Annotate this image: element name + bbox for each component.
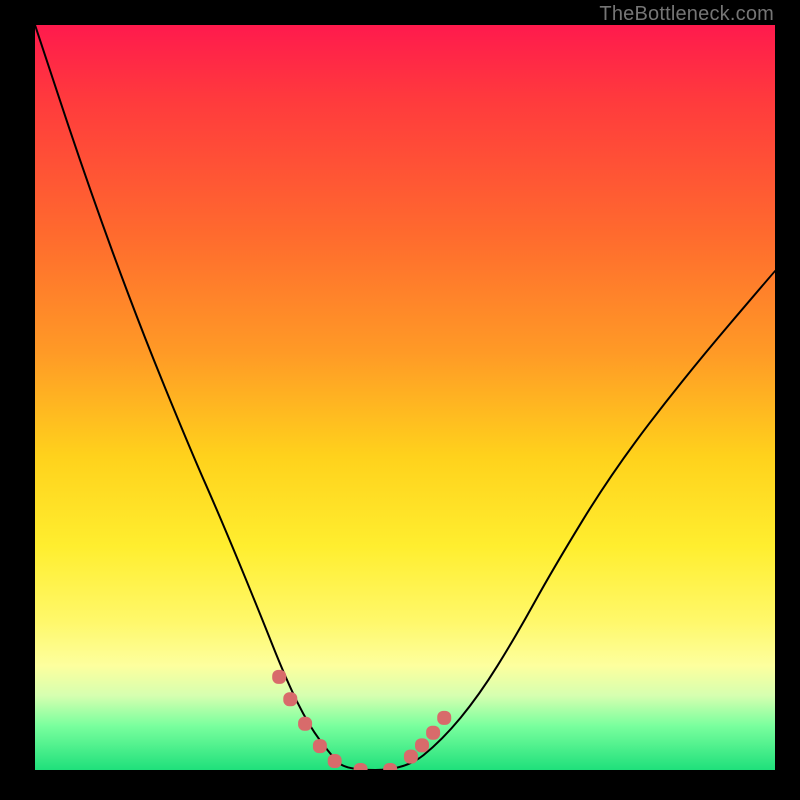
highlight-marker	[415, 738, 429, 752]
highlight-marker	[298, 717, 312, 731]
bottleneck-curve	[35, 25, 775, 770]
highlight-marker	[354, 763, 368, 770]
highlight-marker	[328, 754, 342, 768]
highlight-marker	[437, 711, 451, 725]
chart-frame: TheBottleneck.com	[0, 0, 800, 800]
highlight-marker	[426, 726, 440, 740]
highlight-marker	[283, 692, 297, 706]
plot-area	[35, 25, 775, 770]
highlight-marker	[404, 750, 418, 764]
watermark-text: TheBottleneck.com	[599, 3, 774, 26]
highlight-marker	[313, 739, 327, 753]
highlight-marker	[383, 763, 397, 770]
bottleneck-curve-svg	[35, 25, 775, 770]
highlight-marker	[272, 670, 286, 684]
